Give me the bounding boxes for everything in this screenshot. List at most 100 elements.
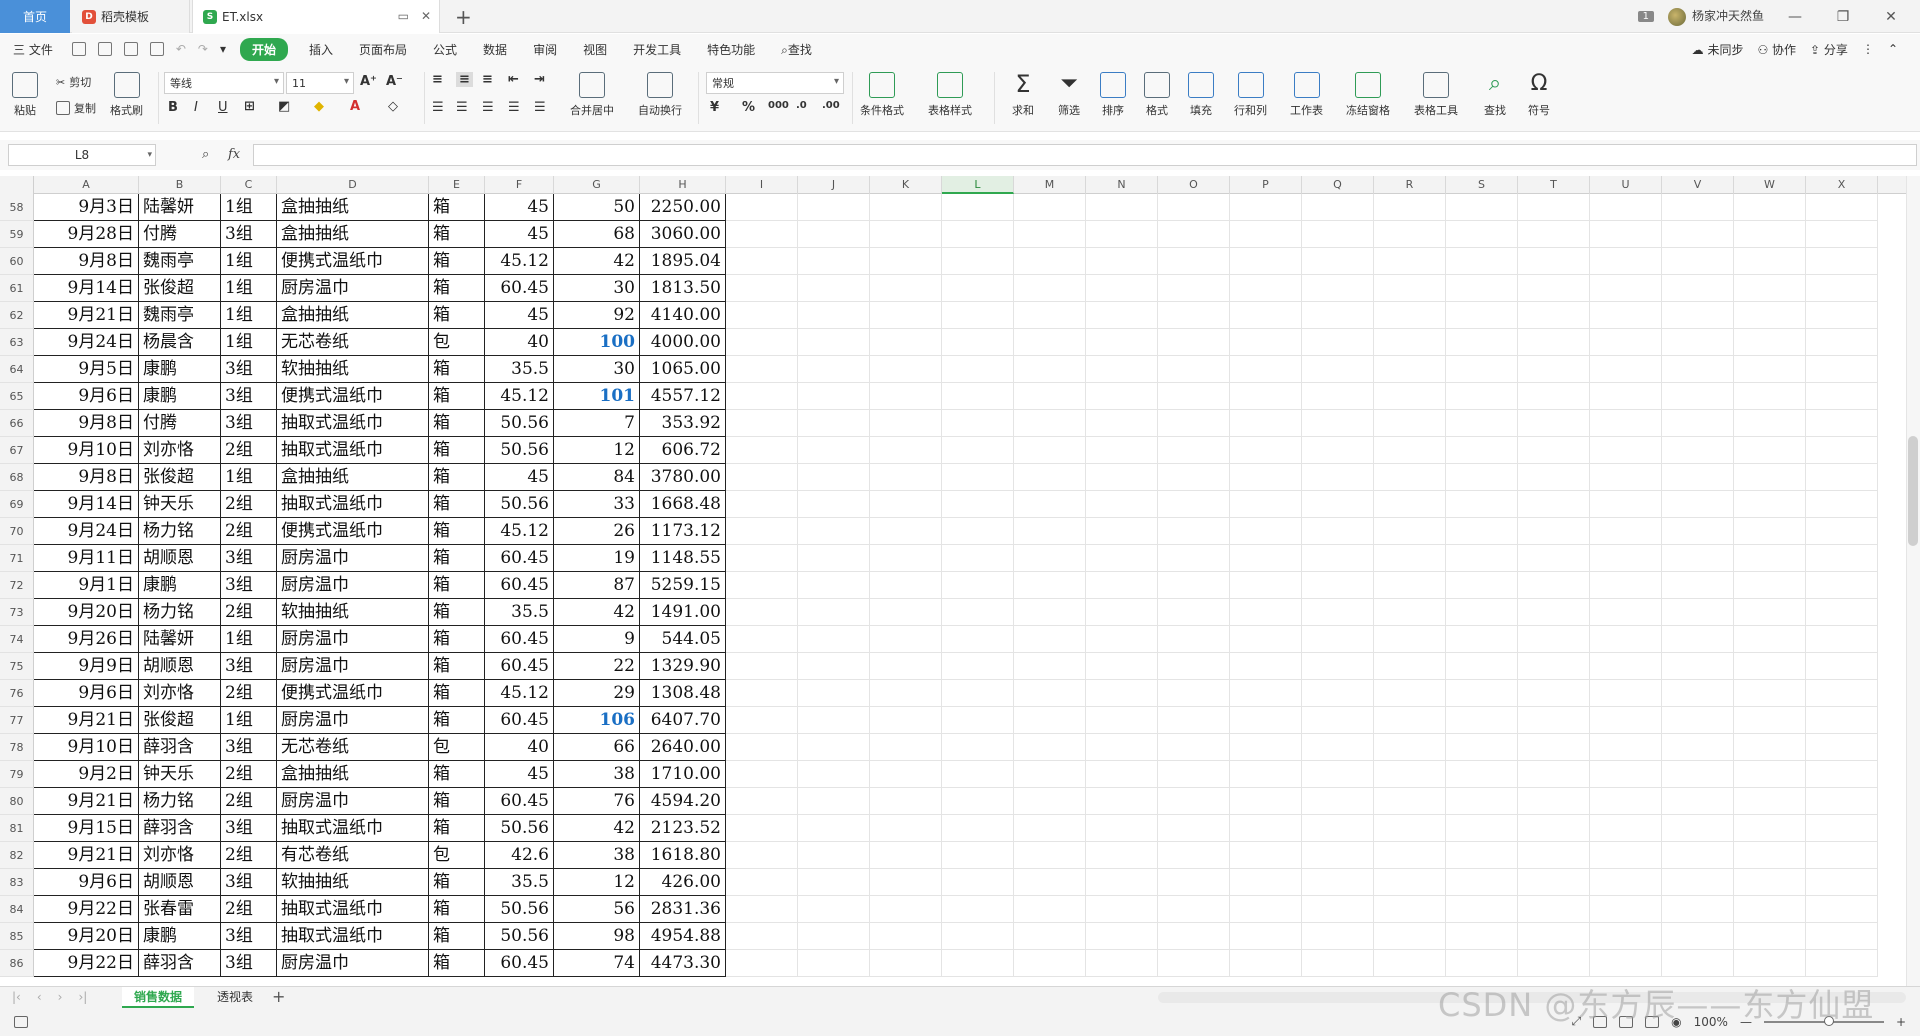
cell-unit[interactable]: 箱 <box>429 410 485 437</box>
cell-quantity[interactable]: 12 <box>554 869 640 896</box>
cell-unit[interactable]: 箱 <box>429 869 485 896</box>
column-header-v[interactable]: V <box>1662 176 1734 194</box>
empty-cell[interactable] <box>1230 356 1302 383</box>
empty-cell[interactable] <box>726 680 798 707</box>
conditional-format-button[interactable]: 条件格式 <box>860 72 904 118</box>
tab-developer[interactable]: 开发工具 <box>620 41 694 58</box>
empty-cell[interactable] <box>1518 194 1590 221</box>
empty-cell[interactable] <box>1518 302 1590 329</box>
cell-unit[interactable]: 包 <box>429 842 485 869</box>
empty-cell[interactable] <box>1230 329 1302 356</box>
empty-cell[interactable] <box>942 545 1014 572</box>
cell-unit[interactable]: 箱 <box>429 923 485 950</box>
filter-button[interactable]: ⏷ 筛选 <box>1056 72 1082 118</box>
cell-group[interactable]: 3组 <box>221 572 277 599</box>
currency-icon[interactable]: ¥ <box>710 100 719 115</box>
cell-salesperson[interactable]: 付腾 <box>139 410 221 437</box>
empty-cell[interactable] <box>798 707 870 734</box>
empty-cell[interactable] <box>1302 950 1374 977</box>
empty-cell[interactable] <box>942 221 1014 248</box>
empty-cell[interactable] <box>1014 869 1086 896</box>
fill-color-icon[interactable]: ◩ <box>278 99 290 114</box>
cell-amount[interactable]: 1668.48 <box>640 491 726 518</box>
empty-cell[interactable] <box>1302 464 1374 491</box>
empty-cell[interactable] <box>1230 896 1302 923</box>
cell-product[interactable]: 抽取式温纸巾 <box>277 437 429 464</box>
cell-amount[interactable]: 2250.00 <box>640 194 726 221</box>
cell-product[interactable]: 抽取式温纸巾 <box>277 410 429 437</box>
empty-cell[interactable] <box>1806 329 1878 356</box>
empty-cell[interactable] <box>1086 194 1158 221</box>
empty-cell[interactable] <box>1590 572 1662 599</box>
empty-cell[interactable] <box>1230 815 1302 842</box>
font-name-select[interactable]: 等线 <box>164 72 284 94</box>
paste-button[interactable]: 粘贴 <box>12 72 38 118</box>
cell-salesperson[interactable]: 康鹏 <box>139 356 221 383</box>
empty-cell[interactable] <box>870 329 942 356</box>
empty-cell[interactable] <box>942 464 1014 491</box>
empty-cell[interactable] <box>726 734 798 761</box>
save-icon[interactable] <box>71 42 86 56</box>
empty-cell[interactable] <box>1302 437 1374 464</box>
cell-group[interactable]: 3组 <box>221 923 277 950</box>
empty-cell[interactable] <box>1230 842 1302 869</box>
empty-cell[interactable] <box>1302 842 1374 869</box>
justify-icon[interactable]: ☰ <box>508 100 520 115</box>
close-tab-icon[interactable]: ✕ <box>421 9 431 23</box>
wrap-text-button[interactable]: 自动换行 <box>638 72 682 118</box>
empty-cell[interactable] <box>1374 248 1446 275</box>
column-header-m[interactable]: M <box>1014 176 1086 194</box>
empty-cell[interactable] <box>1302 248 1374 275</box>
cell-salesperson[interactable]: 张俊超 <box>139 275 221 302</box>
empty-cell[interactable] <box>1662 518 1734 545</box>
empty-cell[interactable] <box>1518 275 1590 302</box>
decimal-increase-icon[interactable]: .0 <box>796 100 807 111</box>
empty-cell[interactable] <box>1086 437 1158 464</box>
row-header[interactable]: 65 <box>0 383 34 410</box>
empty-cell[interactable] <box>1806 950 1878 977</box>
empty-cell[interactable] <box>1230 923 1302 950</box>
empty-cell[interactable] <box>1302 734 1374 761</box>
empty-cell[interactable] <box>1086 599 1158 626</box>
fill-button[interactable]: 填充 <box>1188 72 1214 118</box>
row-header[interactable]: 68 <box>0 464 34 491</box>
empty-cell[interactable] <box>1302 383 1374 410</box>
empty-cell[interactable] <box>1086 761 1158 788</box>
empty-cell[interactable] <box>1086 302 1158 329</box>
zoom-slider-knob[interactable] <box>1823 1015 1834 1026</box>
italic-button[interactable]: I <box>194 100 198 115</box>
sheet-tab-sales[interactable]: 销售数据 <box>122 987 195 1008</box>
cell-product[interactable]: 抽取式温纸巾 <box>277 923 429 950</box>
empty-cell[interactable] <box>870 275 942 302</box>
pin-tab-icon[interactable]: ▭ <box>398 9 409 23</box>
cell-salesperson[interactable]: 薛羽含 <box>139 815 221 842</box>
cell-salesperson[interactable]: 康鹏 <box>139 572 221 599</box>
empty-cell[interactable] <box>1590 869 1662 896</box>
cell-salesperson[interactable]: 刘亦恪 <box>139 680 221 707</box>
empty-cell[interactable] <box>1302 221 1374 248</box>
empty-cell[interactable] <box>1014 383 1086 410</box>
cell-unit[interactable]: 箱 <box>429 680 485 707</box>
empty-cell[interactable] <box>1302 869 1374 896</box>
cell-price[interactable]: 50.56 <box>485 491 554 518</box>
empty-cell[interactable] <box>1302 572 1374 599</box>
empty-cell[interactable] <box>1014 896 1086 923</box>
cell-amount[interactable]: 3060.00 <box>640 221 726 248</box>
empty-cell[interactable] <box>1518 491 1590 518</box>
empty-cell[interactable] <box>798 518 870 545</box>
cell-date[interactable]: 9月11日 <box>34 545 139 572</box>
cell-unit[interactable]: 箱 <box>429 356 485 383</box>
empty-cell[interactable] <box>1374 545 1446 572</box>
empty-cell[interactable] <box>798 950 870 977</box>
cell-price[interactable]: 50.56 <box>485 410 554 437</box>
empty-cell[interactable] <box>1446 194 1518 221</box>
empty-cell[interactable] <box>1806 815 1878 842</box>
empty-cell[interactable] <box>1734 464 1806 491</box>
empty-cell[interactable] <box>726 707 798 734</box>
empty-cell[interactable] <box>1446 626 1518 653</box>
zoom-slider[interactable] <box>1763 1015 1884 1026</box>
empty-cell[interactable] <box>726 248 798 275</box>
bold-button[interactable]: B <box>168 100 178 115</box>
cell-unit[interactable]: 箱 <box>429 491 485 518</box>
empty-cell[interactable] <box>1014 626 1086 653</box>
